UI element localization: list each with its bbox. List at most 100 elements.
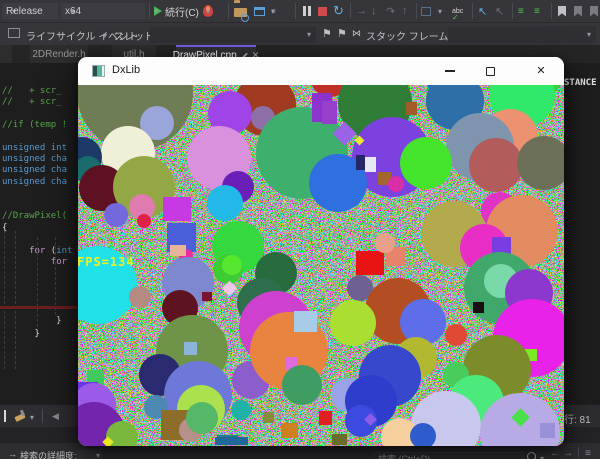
shape-square [163,197,191,221]
hot-reload-button[interactable]: ▾ [203,2,213,20]
stack-frame-label: スタック フレーム: [366,28,451,43]
pointer-alt-button[interactable]: ↖ [495,2,504,20]
chevron-down-icon[interactable]: ▾ [30,413,34,422]
chevron-down-icon[interactable]: ▾ [540,454,544,459]
stack-frame-dropdown[interactable]: ▾ [448,26,596,43]
stop-icon [318,7,327,16]
client-shapes [80,85,562,444]
code-line: // + scr_ [2,97,62,108]
step-into-button[interactable]: ↓ [371,2,377,20]
maximize-button[interactable] [470,57,510,85]
code-text-fragment: STANCE H [564,78,600,88]
shape-circle [375,233,395,253]
shape-square [215,437,248,445]
shape-square [281,423,298,438]
code-line: } [2,329,40,340]
chevron-down-icon: ▾ [154,7,158,16]
shape-circle [410,423,436,446]
line-number-status: 行: 81 [564,411,591,426]
prev-bookmark-button[interactable] [574,2,582,20]
indent-guide [37,237,38,327]
shape-square [170,245,186,256]
search-back-button[interactable]: ← [550,448,560,459]
shape-circle [517,136,564,190]
breakpoint-window-button[interactable] [421,2,431,20]
shape-circle [388,176,404,192]
shape-circle [231,400,251,420]
format-brush-icon[interactable] [14,409,27,422]
platform-dropdown[interactable]: x64▾ [61,3,145,19]
pause-button[interactable] [303,2,311,20]
shape-square [540,423,555,438]
code-line: unsigned int [2,143,67,154]
toolbar-separator [149,3,150,19]
dxlib-window-title: DxLib [112,64,140,76]
shape-circle [222,255,242,275]
chevron-down-icon: ▾ [587,30,591,39]
search-icon[interactable] [527,452,536,459]
stop-button[interactable] [318,2,327,20]
continue-button[interactable]: 続行(C) ▾ [154,2,202,20]
dxlib-title-bar[interactable]: DxLib ✕ [78,57,564,85]
chevron-down-icon: ▾ [206,7,210,16]
code-line: //DrawPixel( [2,211,67,222]
minimize-button[interactable] [430,57,470,85]
pointer-mode-button[interactable]: ↖ [478,2,487,20]
dxlib-app-window[interactable]: DxLib ✕ FPS=134 [78,57,564,446]
maximize-icon [486,67,495,76]
toolbar-separator [512,3,513,19]
chevron-down-icon: ▾ [103,31,107,40]
shape-square [365,157,376,172]
browse-folder-button[interactable] [234,2,247,20]
pointer-icon: ↖ [478,5,487,18]
shape-square [184,342,197,355]
toggle-bookmark-button[interactable] [558,2,566,20]
link-frames-icon[interactable]: ⋈ [352,28,361,39]
flag-all-threads-icon[interactable]: ⚑ [337,27,347,40]
flag-current-thread-icon[interactable]: ⚑ [322,27,332,40]
step-over-icon: ↷ [386,5,395,18]
chevron-down-icon: ▾ [438,7,442,16]
shape-square [322,101,337,124]
dxlib-app-icon [92,65,105,77]
list-options-button[interactable]: ≡▾ [271,2,276,20]
decrease-indent-button[interactable]: ≡ [518,2,524,20]
shape-square [294,311,317,332]
shape-circle [104,203,128,227]
shape-circle [330,300,376,346]
code-line: unsigned cha [2,177,67,188]
search-input[interactable] [373,452,523,459]
search-forward-button[interactable]: → [563,448,573,459]
separator [578,447,579,457]
scroll-left-arrow[interactable]: ◀ [52,411,59,422]
increase-indent-button[interactable]: ≡ [534,2,540,20]
search-depth-dropdown[interactable]: ▾ [76,449,102,459]
close-button[interactable]: ✕ [518,57,564,85]
code-line: unsigned cha [2,154,67,165]
code-line: for [2,257,67,268]
shape-circle [137,214,151,228]
spell-check-button[interactable]: abc✓ [452,2,463,20]
shape-circle [207,185,243,221]
next-bookmark-button[interactable] [590,2,598,20]
window-layout-button[interactable] [254,2,265,20]
thread-dropdown[interactable]: ▾ [150,26,316,43]
toolbar-separator [350,3,351,19]
shape-square [406,102,417,115]
fps-counter: FPS=134 [78,255,135,269]
configuration-value: Release [6,6,43,17]
show-next-statement-button[interactable]: → [356,2,367,20]
abc-check-icon: abc✓ [452,8,463,15]
step-out-button[interactable]: ↑ [402,2,408,20]
step-into-icon: ↓ [371,5,377,17]
tab-partial[interactable] [0,45,12,63]
shape-square [202,292,212,301]
dxlib-render-canvas[interactable]: FPS=134 [78,85,564,446]
shape-circle [445,324,467,346]
configuration-dropdown[interactable]: Release▾ [2,3,58,19]
code-line: // + scr_ [2,86,62,97]
shape-square [332,434,347,445]
restart-button[interactable]: ↻ [333,2,344,20]
shape-circle [129,286,151,308]
step-over-button[interactable]: ↷ [386,2,395,20]
